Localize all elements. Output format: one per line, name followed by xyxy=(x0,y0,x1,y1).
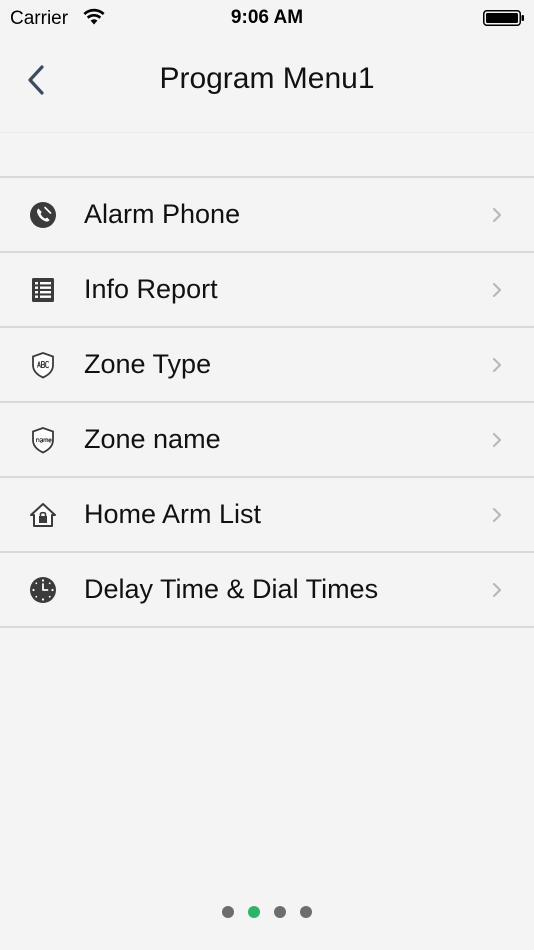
menu-item-info-report[interactable]: Info Report xyxy=(0,253,534,328)
page-dot[interactable] xyxy=(274,906,286,918)
menu-item-label: Alarm Phone xyxy=(84,199,241,229)
status-time: 9:06 AM xyxy=(230,7,304,28)
chevron-right-icon xyxy=(492,507,502,523)
battery-icon xyxy=(483,10,524,26)
menu-item-alarm-phone[interactable]: Alarm Phone xyxy=(0,178,534,253)
chevron-right-icon xyxy=(492,357,502,373)
shield-name-icon xyxy=(32,427,54,454)
nav-bar: Program Menu1 xyxy=(0,38,534,132)
page-dot-active[interactable] xyxy=(248,906,260,918)
status-bar: Carrier 9:06 AM xyxy=(0,0,534,38)
page-dot[interactable] xyxy=(300,906,312,918)
nav-divider xyxy=(0,132,534,133)
chevron-right-icon xyxy=(492,582,502,598)
chevron-right-icon xyxy=(492,432,502,448)
menu-item-delay-time[interactable]: Delay Time & Dial Times xyxy=(0,553,534,628)
menu-item-label: Home Arm List xyxy=(84,499,262,529)
menu-item-zone-name[interactable]: Zone name xyxy=(0,403,534,478)
chevron-right-icon xyxy=(492,282,502,298)
phone-icon xyxy=(30,202,56,228)
page-title: Program Menu1 xyxy=(159,62,375,95)
menu-list: Alarm Phone Info Report Zone Type Zone n… xyxy=(0,176,534,628)
menu-item-zone-type[interactable]: Zone Type xyxy=(0,328,534,403)
screen: Carrier 9:06 AM Program Menu1 Alarm Phon… xyxy=(0,0,534,950)
page-indicator xyxy=(0,906,534,920)
menu-item-label: Info Report xyxy=(84,274,218,304)
menu-item-home-arm-list[interactable]: Home Arm List xyxy=(0,478,534,553)
menu-item-label: Delay Time & Dial Times xyxy=(84,574,379,604)
clock-icon xyxy=(30,577,56,603)
home-lock-icon xyxy=(30,503,56,527)
list-icon xyxy=(32,278,54,302)
menu-item-label: Zone Type xyxy=(84,349,212,379)
shield-abc-icon xyxy=(32,352,54,379)
menu-item-label: Zone name xyxy=(84,424,221,454)
page-dot[interactable] xyxy=(222,906,234,918)
chevron-right-icon xyxy=(492,207,502,223)
